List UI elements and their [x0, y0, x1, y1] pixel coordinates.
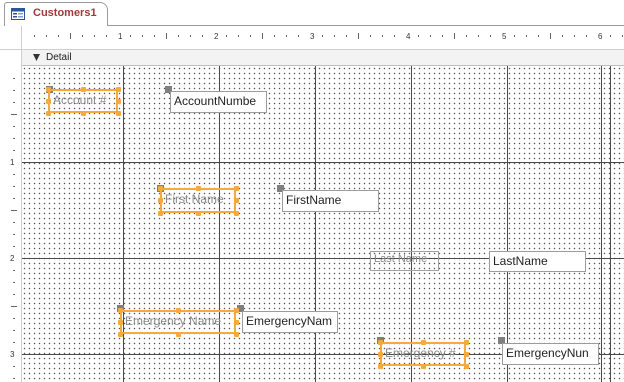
section-label: Detail [46, 52, 72, 63]
vruler-mark-1: 1 [10, 158, 15, 167]
vertical-ruler-ticks [11, 78, 17, 379]
resize-handle[interactable] [45, 86, 51, 92]
ruler-mark-4: 4 [406, 32, 411, 41]
grid-line [219, 66, 220, 382]
first-name-textbox[interactable]: FirstName [282, 190, 379, 212]
first-name-label-text: First Name [165, 192, 224, 206]
resize-handle[interactable] [117, 319, 123, 325]
vruler-mark-3: 3 [10, 350, 15, 359]
vertical-ruler-header [0, 50, 22, 66]
resize-handle[interactable] [233, 198, 239, 203]
resize-handle[interactable] [463, 339, 469, 345]
vruler-mark-2: 2 [10, 254, 15, 263]
emergency-name-text: EmergencyNam [246, 314, 333, 328]
resize-handle[interactable] [420, 339, 426, 345]
horizontal-ruler[interactable]: 1 2 3 4 5 6 [22, 26, 624, 50]
document-tab-strip: Customers1 [0, 0, 624, 26]
resize-handle[interactable] [195, 210, 201, 216]
resize-handle[interactable] [233, 331, 239, 337]
vertical-ruler[interactable]: 1 2 3 [0, 66, 22, 382]
resize-handle[interactable] [117, 331, 123, 337]
resize-handle[interactable] [377, 363, 383, 369]
design-grid[interactable] [22, 66, 624, 382]
account-label-text: Account # [53, 93, 107, 107]
ruler-mark-3: 3 [310, 32, 315, 41]
tab-customers1[interactable]: Customers1 [4, 2, 108, 26]
resize-handle[interactable] [233, 210, 239, 216]
last-name-text: LastName [493, 254, 548, 268]
grid-line [610, 66, 611, 382]
emergency-name-textbox[interactable]: EmergencyNam [242, 311, 338, 333]
last-name-textbox[interactable]: LastName [489, 251, 586, 272]
resize-handle[interactable] [195, 185, 201, 191]
emergency-number-label[interactable]: Emergency # [380, 342, 466, 366]
resize-handle[interactable] [463, 351, 469, 357]
resize-handle[interactable] [45, 110, 51, 116]
emergency-number-textbox[interactable]: EmergencyNun [502, 343, 599, 365]
resize-handle[interactable] [233, 185, 239, 191]
resize-handle[interactable] [377, 339, 383, 345]
ruler-mark-6: 6 [598, 32, 603, 41]
resize-handle[interactable] [45, 98, 51, 104]
resize-handle[interactable] [175, 307, 181, 313]
resize-handle[interactable] [117, 307, 123, 313]
resize-handle[interactable] [157, 185, 163, 191]
account-label[interactable]: Account # [48, 89, 118, 113]
emergency-name-label-text: Emergency Name [125, 314, 222, 328]
detail-section-bar[interactable]: Detail [22, 50, 624, 66]
first-name-text: FirstName [286, 193, 342, 207]
ruler-corner[interactable] [0, 26, 22, 50]
resize-handle[interactable] [175, 331, 181, 337]
resize-handle[interactable] [80, 110, 86, 116]
resize-handle[interactable] [157, 198, 163, 203]
ruler-mark-2: 2 [214, 32, 219, 41]
resize-handle[interactable] [115, 86, 121, 92]
resize-handle[interactable] [115, 110, 121, 116]
resize-handle[interactable] [157, 210, 163, 216]
grid-line [601, 66, 602, 382]
ruler-mark-5: 5 [502, 32, 507, 41]
account-number-text: AccountNumbe [174, 94, 257, 108]
section-collapse-arrow-icon [33, 54, 40, 61]
last-name-label-text: Last Name [374, 253, 428, 265]
account-number-textbox[interactable]: AccountNumbe [170, 91, 267, 113]
emergency-number-label-text: Emergency # [385, 346, 456, 360]
resize-handle[interactable] [420, 363, 426, 369]
grid-line [315, 66, 316, 382]
resize-handle[interactable] [377, 351, 383, 357]
resize-handle[interactable] [233, 307, 239, 313]
grid-line [22, 162, 624, 163]
grid-line [507, 66, 508, 382]
resize-handle[interactable] [80, 86, 86, 92]
emergency-name-label[interactable]: Emergency Name [120, 310, 236, 334]
grid-line [411, 66, 412, 382]
resize-handle[interactable] [233, 319, 239, 325]
ruler-mark-1: 1 [118, 32, 123, 41]
first-name-label[interactable]: First Name [160, 188, 236, 213]
resize-handle[interactable] [463, 363, 469, 369]
grid-line [123, 66, 124, 382]
tab-label: Customers1 [33, 7, 97, 19]
horizontal-ruler-ticks [34, 33, 623, 39]
emergency-number-text: EmergencyNun [506, 346, 589, 360]
last-name-label[interactable]: Last Name [370, 251, 439, 271]
resize-handle[interactable] [115, 98, 121, 104]
form-icon [11, 8, 25, 20]
